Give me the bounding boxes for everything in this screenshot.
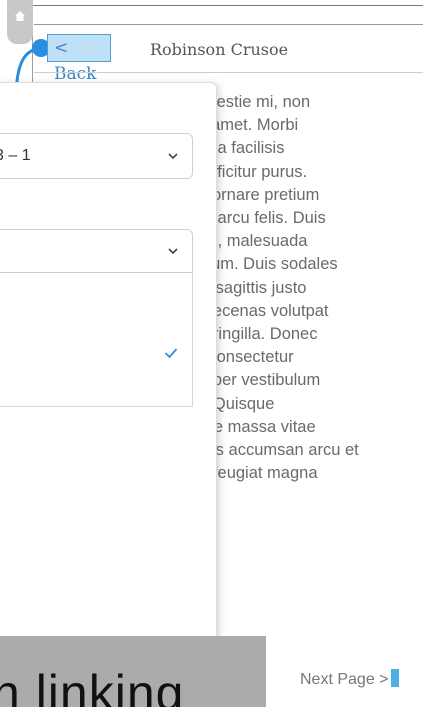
body-line: agna facilisis bbox=[190, 139, 285, 158]
body-line: emper vestibulum bbox=[190, 371, 321, 390]
body-line: end, malesuada bbox=[190, 232, 308, 251]
caption-overlay: n linking bbox=[0, 636, 266, 707]
book-title: Robinson Crusoe bbox=[150, 40, 289, 59]
body-line: at consectetur bbox=[190, 348, 294, 367]
caption-text: n linking bbox=[0, 665, 185, 707]
body-line: molestie mi, non bbox=[190, 93, 311, 111]
next-page-marker bbox=[390, 669, 399, 687]
option-list[interactable] bbox=[0, 273, 193, 407]
body-line: ex ornare pretium bbox=[190, 185, 320, 204]
next-page-button[interactable]: Next Page > bbox=[300, 669, 399, 689]
title-divider bbox=[34, 72, 423, 73]
settings-panel: 3 – 1 bbox=[0, 82, 217, 644]
body-line: ellus accumsan arcu et bbox=[190, 441, 359, 460]
body-line: get arcu felis. Duis bbox=[190, 209, 326, 228]
body-line: Maecenas volutpat bbox=[190, 301, 329, 320]
body-line: n efficitur purus. bbox=[190, 162, 308, 181]
checkmark-icon bbox=[164, 348, 178, 359]
range-select[interactable]: 3 – 1 bbox=[0, 133, 193, 179]
option-select[interactable] bbox=[0, 229, 193, 273]
page-body-text: molestie mi, non sit amet. Morbi agna fa… bbox=[190, 91, 420, 485]
home-icon bbox=[15, 11, 25, 21]
body-line: ipsum. Duis sodales bbox=[190, 255, 338, 274]
body-line: m. Quisque bbox=[190, 394, 275, 413]
frame-top-border bbox=[32, 5, 423, 6]
frame-inner-border bbox=[34, 24, 423, 25]
body-line: et fringilla. Donec bbox=[190, 325, 318, 344]
body-line: eu feugiat magna bbox=[190, 464, 318, 483]
body-line: uis sagittis justo bbox=[190, 278, 307, 297]
next-page-label: Next Page > bbox=[300, 671, 389, 688]
chevron-down-icon bbox=[168, 153, 178, 160]
body-line: sit amet. Morbi bbox=[190, 116, 299, 135]
back-button[interactable]: < Back bbox=[47, 34, 111, 84]
chevron-down-icon bbox=[168, 248, 178, 255]
home-tab[interactable] bbox=[7, 0, 33, 44]
body-line: nare massa vitae bbox=[190, 417, 316, 436]
range-select-value: 3 – 1 bbox=[0, 147, 31, 164]
